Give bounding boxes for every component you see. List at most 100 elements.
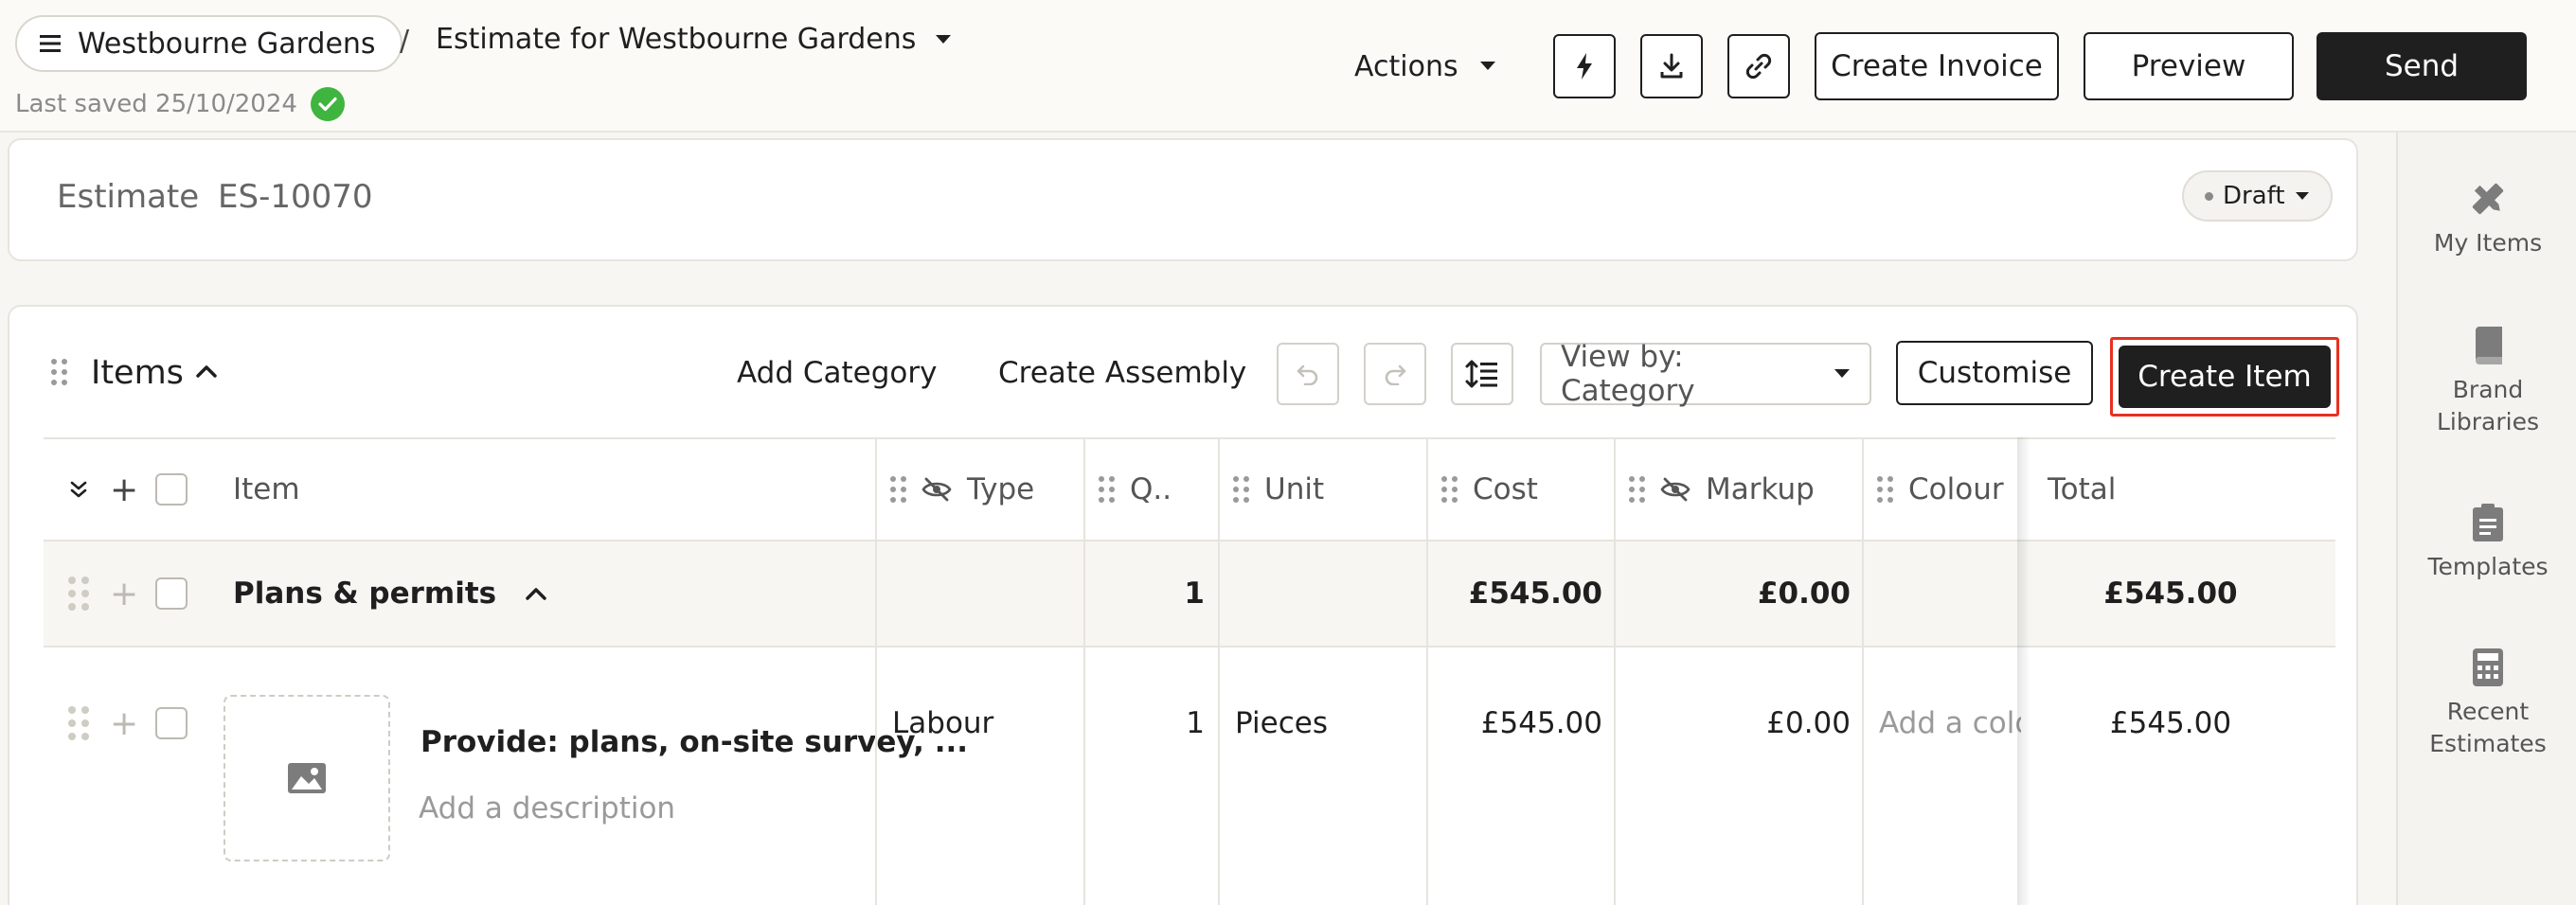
ruler-pencil-icon bbox=[2469, 180, 2507, 218]
column-header-total[interactable]: Total bbox=[2048, 439, 2116, 540]
project-name: Westbourne Gardens bbox=[78, 27, 376, 61]
undo-icon bbox=[1296, 363, 1320, 385]
column-header-cost[interactable]: Cost bbox=[1441, 439, 1538, 540]
calculator-icon bbox=[2473, 648, 2503, 686]
item-markup[interactable]: £0.00 bbox=[1614, 648, 1851, 799]
eye-off-icon[interactable] bbox=[921, 477, 952, 502]
brand-libraries-panel-button[interactable]: Brand Libraries bbox=[2398, 327, 2576, 438]
item-description-input[interactable]: Add a description bbox=[419, 791, 675, 825]
category-total: £545.00 bbox=[2103, 577, 2238, 611]
add-item-button[interactable]: + bbox=[110, 648, 138, 799]
send-button[interactable]: Send bbox=[2317, 32, 2527, 100]
view-by-dropdown[interactable]: View by: Category bbox=[1540, 340, 1871, 408]
item-qty[interactable]: 1 bbox=[1083, 648, 1205, 799]
customise-button[interactable]: Customise bbox=[1896, 341, 2093, 405]
column-header-item[interactable]: Item bbox=[233, 439, 300, 540]
category-name[interactable]: Plans & permits bbox=[233, 541, 547, 646]
column-header-unit[interactable]: Unit bbox=[1233, 439, 1324, 540]
project-menu-button[interactable]: Westbourne Gardens bbox=[15, 15, 402, 72]
status-dropdown[interactable]: Draft bbox=[2182, 170, 2333, 222]
create-invoice-button[interactable]: Create Invoice bbox=[1815, 32, 2059, 100]
estimate-number-field[interactable]: ES-10070 bbox=[218, 178, 373, 216]
item-type[interactable]: Labour bbox=[892, 648, 993, 799]
drag-handle-icon[interactable] bbox=[68, 648, 89, 799]
undo-button[interactable] bbox=[1277, 343, 1339, 405]
column-header-colour[interactable]: Colour bbox=[1877, 439, 2004, 540]
category-row[interactable]: + Plans & permits 1 £545.00 £0.00 £545.0… bbox=[44, 541, 2335, 648]
select-all-checkbox[interactable] bbox=[155, 439, 188, 540]
table-header-row: + Item Type Q.. Unit Cost Markup Colour … bbox=[44, 437, 2335, 543]
last-saved-status: Last saved 25/10/2024 bbox=[15, 87, 345, 121]
panel-label: Templates bbox=[2427, 553, 2549, 580]
download-button[interactable] bbox=[1640, 34, 1703, 98]
drag-handle-icon[interactable] bbox=[890, 476, 906, 503]
redo-icon bbox=[1383, 363, 1407, 385]
eye-off-icon[interactable] bbox=[1660, 477, 1690, 502]
column-header-markup[interactable]: Markup bbox=[1629, 439, 1815, 540]
drag-handle-icon[interactable] bbox=[1233, 476, 1249, 503]
drag-handle-icon[interactable] bbox=[1877, 476, 1893, 503]
caret-down-icon bbox=[935, 34, 952, 45]
recent-estimates-panel-button[interactable]: Recent Estimates bbox=[2398, 648, 2576, 760]
item-row[interactable]: + Provide: plans, on-site survey, ... Ad… bbox=[44, 648, 2335, 905]
item-colour-input[interactable]: Add a colo bbox=[1879, 648, 2021, 799]
book-icon bbox=[2472, 327, 2504, 364]
my-items-panel-button[interactable]: My Items bbox=[2398, 180, 2576, 259]
collapse-all-icon[interactable] bbox=[68, 439, 89, 540]
panel-label: Recent Estimates bbox=[2429, 698, 2547, 757]
drag-handle-icon[interactable] bbox=[68, 541, 89, 646]
drag-handle-icon[interactable] bbox=[51, 359, 67, 385]
templates-panel-button[interactable]: Templates bbox=[2398, 504, 2576, 583]
redo-button[interactable] bbox=[1364, 343, 1426, 405]
item-name[interactable]: Provide: plans, on-site survey, ... bbox=[420, 725, 968, 759]
line-height-icon bbox=[1465, 359, 1499, 389]
status-dot-icon bbox=[2205, 191, 2213, 201]
add-row-button[interactable]: + bbox=[110, 439, 138, 540]
drag-handle-icon[interactable] bbox=[1441, 476, 1458, 503]
view-by-label: View by: Category bbox=[1561, 340, 1695, 408]
status-label: Draft bbox=[2223, 182, 2285, 210]
drag-handle-icon[interactable] bbox=[1629, 476, 1645, 503]
preview-button[interactable]: Preview bbox=[2084, 32, 2294, 100]
items-table: + Item Type Q.. Unit Cost Markup Colour … bbox=[44, 437, 2335, 905]
check-circle-icon bbox=[310, 87, 345, 121]
actions-dropdown[interactable]: Actions bbox=[1354, 44, 1496, 88]
item-unit[interactable]: Pieces bbox=[1235, 648, 1328, 799]
caret-down-icon bbox=[2295, 191, 2310, 201]
column-header-type[interactable]: Type bbox=[890, 439, 1034, 540]
estimate-card: Estimate ES-10070 Draft bbox=[8, 138, 2358, 261]
chevron-up-icon[interactable] bbox=[195, 364, 218, 379]
chevron-up-icon[interactable] bbox=[525, 586, 547, 601]
menu-icon bbox=[40, 35, 61, 52]
document-title: Estimate for Westbourne Gardens bbox=[436, 23, 917, 56]
item-cost[interactable]: £545.00 bbox=[1426, 648, 1602, 799]
add-category-button[interactable]: Add Category bbox=[737, 356, 937, 390]
document-title-dropdown[interactable]: Estimate for Westbourne Gardens bbox=[436, 23, 952, 56]
lightning-icon bbox=[1575, 52, 1594, 80]
add-item-button[interactable]: + bbox=[110, 541, 138, 646]
category-markup: £0.00 bbox=[1757, 577, 1851, 611]
plus-icon: + bbox=[110, 703, 139, 743]
create-item-button[interactable]: Create Item bbox=[2119, 346, 2331, 408]
item-total: £545.00 bbox=[2109, 706, 2232, 740]
row-checkbox[interactable] bbox=[155, 541, 188, 646]
column-header-qty[interactable]: Q.. bbox=[1099, 439, 1172, 540]
category-qty: 1 bbox=[1184, 577, 1205, 611]
items-title: Items bbox=[91, 354, 184, 392]
panel-label: Brand Libraries bbox=[2437, 376, 2539, 435]
actions-label: Actions bbox=[1354, 49, 1458, 83]
last-saved-text: Last saved 25/10/2024 bbox=[15, 90, 297, 118]
top-header: Westbourne Gardens / Estimate for Westbo… bbox=[0, 0, 2576, 133]
row-spacing-button[interactable] bbox=[1451, 343, 1513, 405]
item-image-placeholder[interactable] bbox=[224, 695, 390, 861]
quick-action-button[interactable] bbox=[1553, 34, 1616, 98]
drag-handle-icon[interactable] bbox=[1099, 476, 1115, 503]
image-icon bbox=[288, 763, 326, 793]
items-toolbar: Items Add Category Create Assembly View … bbox=[9, 307, 2356, 439]
row-checkbox[interactable] bbox=[155, 648, 188, 799]
caret-down-icon bbox=[1479, 61, 1496, 72]
category-cost: £545.00 bbox=[1468, 577, 1602, 611]
copy-link-button[interactable] bbox=[1727, 34, 1790, 98]
right-side-panel: My Items Brand Libraries Templates Recen… bbox=[2396, 133, 2576, 905]
create-assembly-button[interactable]: Create Assembly bbox=[998, 356, 1246, 390]
